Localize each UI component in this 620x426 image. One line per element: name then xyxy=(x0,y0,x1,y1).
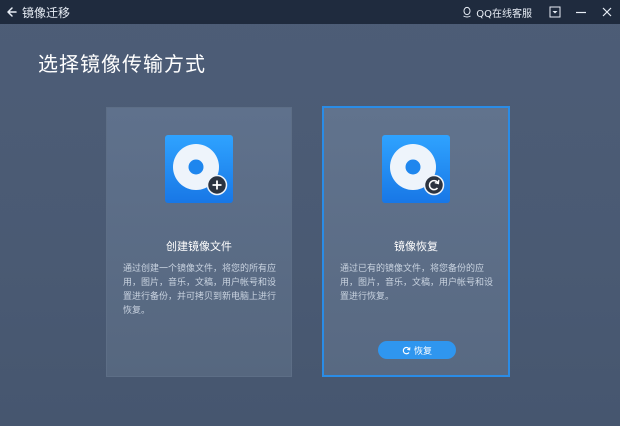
close-icon xyxy=(602,7,612,17)
restore-button[interactable]: 恢复 xyxy=(378,341,456,359)
title-bar: 镜像迁移 QQ在线客服 xyxy=(0,0,620,24)
back-arrow-icon xyxy=(7,7,17,17)
minimize-icon xyxy=(576,11,586,14)
disc-add-icon xyxy=(165,135,233,203)
create-image-card[interactable]: 创建镜像文件 通过创建一个镜像文件，将您的所有应用，图片，音乐，文稿，用户帐号和… xyxy=(106,107,292,377)
app-window: 镜像迁移 QQ在线客服 选择镜像传输方式 创建镜像文件 通过创建一个镜像文件，将… xyxy=(0,0,620,426)
restore-image-title: 镜像恢复 xyxy=(394,240,438,253)
window-title: 镜像迁移 xyxy=(22,5,71,20)
qq-service-label: QQ在线客服 xyxy=(476,8,532,20)
restore-image-description: 通过已有的镜像文件，将您备份的应用，图片，音乐，文稿，用户帐号和设置进行恢复。 xyxy=(340,264,494,302)
refresh-icon xyxy=(402,346,411,354)
disc-restore-icon xyxy=(382,135,450,203)
restore-image-card[interactable]: 镜像恢复 通过已有的镜像文件，将您备份的应用，图片，音乐，文稿，用户帐号和设置进… xyxy=(322,106,510,377)
dropdown-button[interactable] xyxy=(542,0,568,24)
restore-button-label: 恢复 xyxy=(413,346,432,357)
close-button[interactable] xyxy=(594,0,620,24)
qq-penguin-icon xyxy=(463,6,471,18)
create-image-description: 通过创建一个镜像文件，将您的所有应用，图片，音乐，文稿，用户帐号和设置进行备份，… xyxy=(123,264,277,316)
minimize-button[interactable] xyxy=(568,0,594,24)
page-title: 选择镜像传输方式 xyxy=(38,52,206,76)
back-button[interactable]: 镜像迁移 xyxy=(4,4,70,21)
dropdown-icon xyxy=(549,6,561,18)
qq-service-link[interactable]: QQ在线客服 xyxy=(461,5,532,20)
create-image-title: 创建镜像文件 xyxy=(166,240,232,253)
